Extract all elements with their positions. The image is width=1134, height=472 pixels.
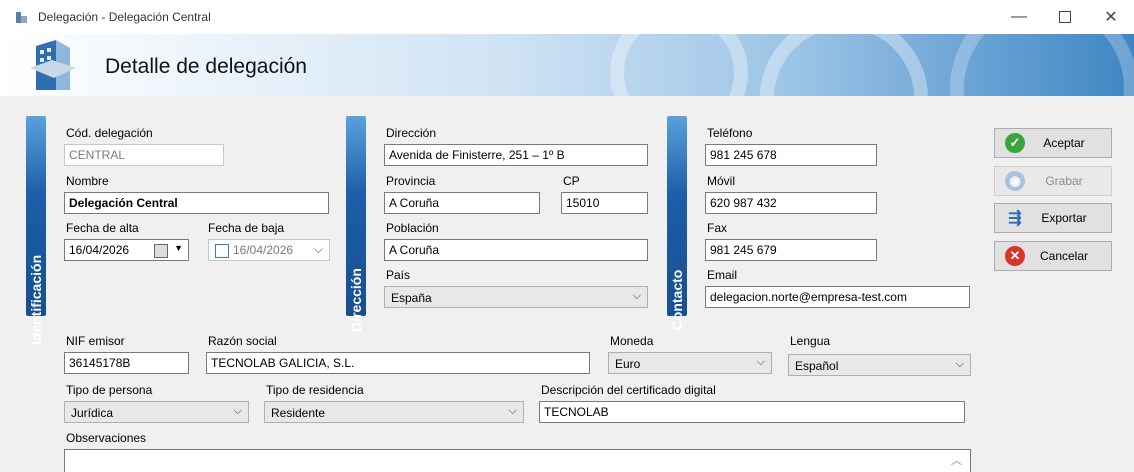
maximize-button[interactable] <box>1042 0 1088 34</box>
razon-social-field[interactable]: TECNOLAB GALICIA, S.L. <box>206 352 590 374</box>
provincia-label: Provincia <box>386 174 436 188</box>
aceptar-button[interactable]: ✓ Aceptar <box>994 128 1112 158</box>
cp-field[interactable]: 15010 <box>561 192 648 214</box>
nif-label: NIF emisor <box>66 334 125 348</box>
telefono-label: Teléfono <box>707 126 753 140</box>
page-title: Detalle de delegación <box>105 55 307 78</box>
chevron-down-icon: ⌵ <box>233 405 242 417</box>
fax-field[interactable]: 981 245 679 <box>705 239 877 261</box>
cod-delegacion-label: Cód. delegación <box>66 126 153 140</box>
fecha-alta-label: Fecha de alta <box>66 221 139 235</box>
direccion-field[interactable]: Avenida de Finisterre, 251 – 1º B <box>384 144 648 166</box>
fecha-alta-value: 16/04/2026 <box>69 243 130 257</box>
pais-label: País <box>386 268 411 282</box>
banner-decoration <box>610 34 748 96</box>
close-icon: ✕ <box>1104 9 1118 26</box>
fax-label: Fax <box>707 221 728 235</box>
moneda-label: Moneda <box>610 334 654 348</box>
fecha-alta-picker[interactable]: 16/04/2026 ▼ <box>64 239 189 261</box>
dropdown-arrow-icon: ▼ <box>174 243 183 253</box>
razon-social-label: Razón social <box>208 334 277 348</box>
cp-label: CP <box>563 174 580 188</box>
nombre-label: Nombre <box>66 174 109 188</box>
exportar-label: Exportar <box>1041 211 1087 225</box>
moneda-value: Euro <box>615 357 641 371</box>
tipo-persona-value: Jurídica <box>71 406 114 420</box>
moneda-select[interactable]: Euro ⌵ <box>608 352 772 374</box>
title-bar: Delegación - Delegación Central — ✕ <box>0 0 1134 34</box>
email-field[interactable]: delegacion.norte@empresa-test.com <box>705 286 970 308</box>
tipo-residencia-label: Tipo de residencia <box>266 383 364 397</box>
cancelar-button[interactable]: ✕ Cancelar <box>994 241 1112 271</box>
save-disc-icon: ◉ <box>1005 171 1025 191</box>
section-title: Identificación <box>28 254 44 346</box>
fecha-baja-label: Fecha de baja <box>208 221 285 235</box>
provincia-field[interactable]: A Coruña <box>384 192 540 214</box>
pais-value: España <box>391 291 432 305</box>
observaciones-label: Observaciones <box>66 431 147 445</box>
direccion-label: Dirección <box>386 126 437 140</box>
export-icon: ⇶ <box>1008 210 1022 227</box>
chevron-down-icon: ⌵ <box>508 405 517 417</box>
fecha-baja-checkbox[interactable] <box>215 244 229 258</box>
section-tab-identificacion: Identificación <box>26 116 46 345</box>
window-title: Delegación - Delegación Central <box>38 10 211 24</box>
chevron-down-icon: ⌵ <box>955 358 964 370</box>
grabar-label: Grabar <box>1045 174 1083 188</box>
close-button[interactable]: ✕ <box>1088 0 1134 34</box>
movil-field[interactable]: 620 987 432 <box>705 192 877 214</box>
tipo-residencia-value: Residente <box>271 406 326 420</box>
tipo-residencia-select[interactable]: Residente ⌵ <box>264 401 524 423</box>
chevron-down-icon: ⌵ <box>632 290 641 302</box>
tipo-persona-label: Tipo de persona <box>66 383 153 397</box>
app-icon <box>14 9 30 25</box>
certificado-label: Descripción del certificado digital <box>541 383 716 397</box>
fecha-baja-picker[interactable]: 16/04/2026 ⌵ <box>208 239 330 261</box>
tipo-persona-select[interactable]: Jurídica ⌵ <box>64 401 249 423</box>
poblacion-field[interactable]: A Coruña <box>384 239 648 261</box>
chevron-down-icon: ⌵ <box>313 242 323 256</box>
banner-decoration <box>950 34 1134 96</box>
maximize-icon <box>1059 11 1071 23</box>
banner-decoration <box>760 34 928 96</box>
section-tab-contacto: Contacto <box>667 116 687 330</box>
minimize-button[interactable]: — <box>996 0 1042 34</box>
section-title: Dirección <box>348 268 364 332</box>
aceptar-label: Aceptar <box>1043 136 1085 150</box>
checkmark-icon: ✓ <box>1005 133 1025 153</box>
telefono-field[interactable]: 981 245 678 <box>705 144 877 166</box>
exportar-button[interactable]: ⇶ Exportar <box>994 203 1112 233</box>
nombre-field[interactable]: Delegación Central <box>64 192 329 214</box>
section-tab-direccion: Dirección <box>346 116 366 332</box>
minimize-icon: — <box>1011 8 1027 25</box>
pais-select[interactable]: España ⌵ <box>384 286 648 308</box>
cancelar-label: Cancelar <box>1039 249 1089 263</box>
building-icon <box>26 38 78 96</box>
lengua-value: Español <box>795 359 839 373</box>
calendar-icon[interactable] <box>154 244 168 258</box>
observaciones-textarea[interactable] <box>64 449 971 472</box>
grabar-button[interactable]: ◉ Grabar <box>994 166 1112 196</box>
header-banner: Detalle de delegación <box>0 34 1134 96</box>
cancel-x-icon: ✕ <box>1005 246 1025 266</box>
section-title: Contacto <box>669 269 685 331</box>
cod-delegacion-field[interactable]: CENTRAL <box>64 144 224 166</box>
certificado-field[interactable]: TECNOLAB <box>539 401 965 423</box>
poblacion-label: Población <box>386 221 439 235</box>
nif-field[interactable]: 36145178B <box>64 352 189 374</box>
fecha-baja-value: 16/04/2026 <box>233 243 294 257</box>
lengua-select[interactable]: Español ⌵ <box>788 354 971 376</box>
chevron-down-icon: ⌵ <box>756 356 765 368</box>
movil-label: Móvil <box>707 174 736 188</box>
email-label: Email <box>707 268 738 282</box>
lengua-label: Lengua <box>790 334 831 348</box>
scroll-up-icon[interactable]: ︿ <box>951 452 962 468</box>
